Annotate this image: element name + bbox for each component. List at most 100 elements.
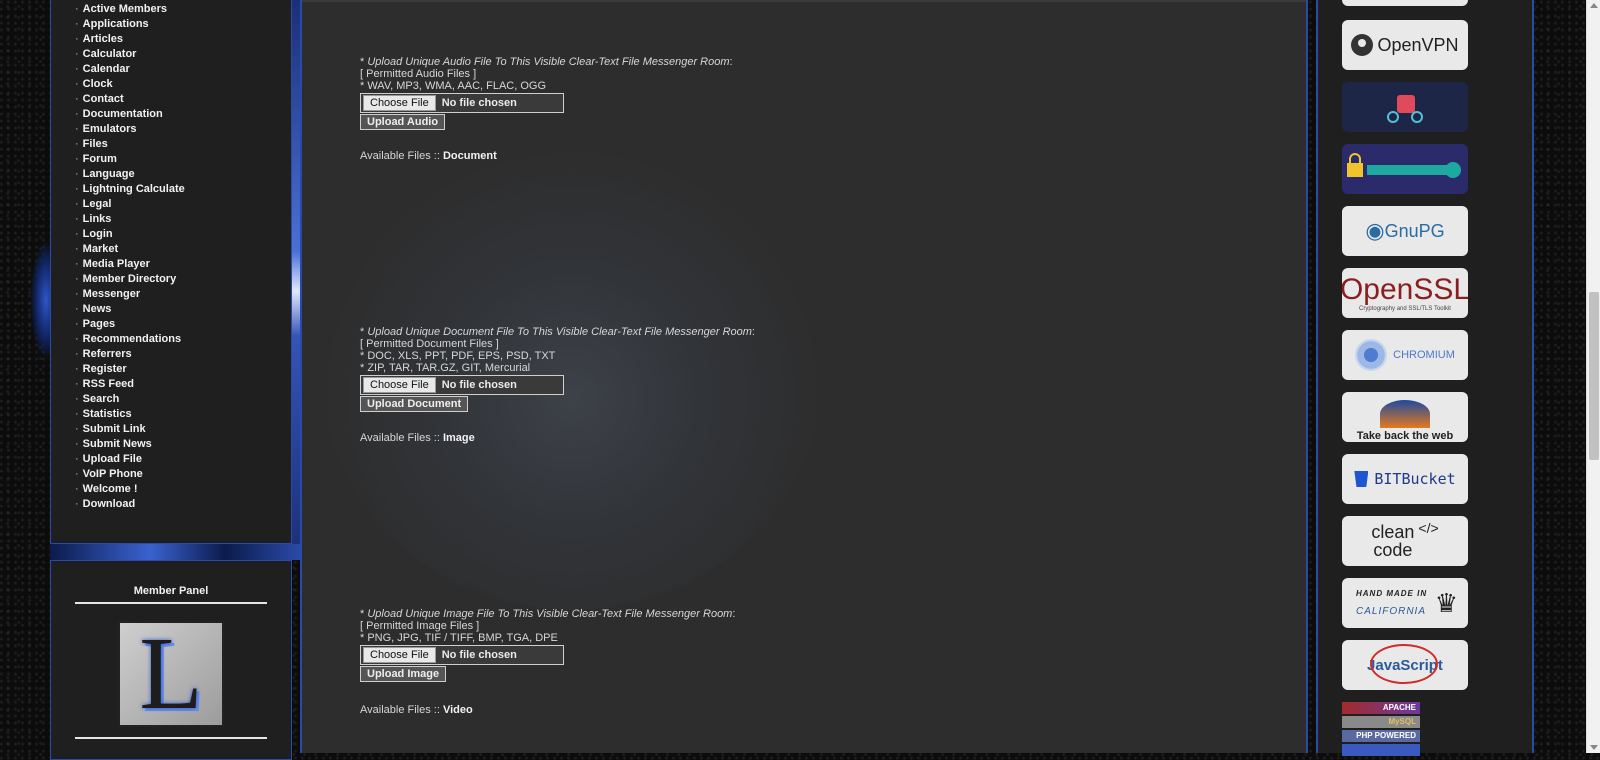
- sidebar-item-label[interactable]: Forum: [83, 153, 117, 165]
- sidebar-item[interactable]: · Download: [75, 497, 291, 512]
- sidebar-item-label[interactable]: Lightning Calculate: [83, 183, 185, 195]
- sidebar-item-label[interactable]: RSS Feed: [83, 378, 134, 390]
- sidebar-item-label[interactable]: Referrers: [83, 348, 132, 360]
- sidebar-item[interactable]: · Contact: [75, 92, 291, 107]
- avatar[interactable]: L: [118, 621, 224, 727]
- sidebar-item-label[interactable]: News: [83, 303, 112, 315]
- sidebar-item[interactable]: · Statistics: [75, 407, 291, 422]
- openvpn-badge[interactable]: OpenVPN: [1342, 20, 1468, 70]
- image-file-input[interactable]: Choose File No file chosen: [360, 645, 564, 665]
- upload-image-button[interactable]: Upload Image: [360, 666, 447, 682]
- scroll-up-icon[interactable]: [1590, 3, 1598, 8]
- sidebar-item[interactable]: · VoIP Phone: [75, 467, 291, 482]
- sidebar-item-label[interactable]: Register: [83, 363, 127, 375]
- sidebar-item[interactable]: · Referrers: [75, 347, 291, 362]
- sidebar-item[interactable]: · Active Members: [75, 2, 291, 17]
- security-keys-badge[interactable]: [1342, 82, 1468, 132]
- sidebar-item-label[interactable]: Calendar: [83, 63, 130, 75]
- sidebar-item-label[interactable]: Pages: [83, 318, 115, 330]
- upload-document-button[interactable]: Upload Document: [360, 396, 469, 412]
- misc-badge[interactable]: [1342, 744, 1420, 756]
- sidebar-item-label[interactable]: Links: [83, 213, 112, 225]
- chromium-badge[interactable]: CHROMIUM: [1342, 330, 1468, 380]
- sidebar-item-label[interactable]: Messenger: [83, 288, 140, 300]
- bitbucket-badge[interactable]: BITBucket: [1342, 454, 1468, 504]
- sidebar-item-label[interactable]: Market: [83, 243, 118, 255]
- available-category[interactable]: Document: [443, 150, 497, 162]
- sidebar-item-label[interactable]: Login: [83, 228, 113, 240]
- audio-file-input[interactable]: Choose File No file chosen: [360, 93, 564, 113]
- sidebar-item[interactable]: · Recommendations: [75, 332, 291, 347]
- sidebar-item[interactable]: · Welcome !: [75, 482, 291, 497]
- sidebar-item-label[interactable]: Articles: [83, 33, 123, 45]
- no-javascript-badge[interactable]: JavaScript: [1342, 640, 1468, 690]
- sidebar-item-label[interactable]: Statistics: [83, 408, 132, 420]
- sidebar-item[interactable]: · News: [75, 302, 291, 317]
- sidebar-item[interactable]: · Register: [75, 362, 291, 377]
- mysql-badge[interactable]: MySQL: [1342, 716, 1420, 728]
- scroll-thumb[interactable]: [1589, 292, 1599, 460]
- sidebar-item-label[interactable]: Applications: [83, 18, 149, 30]
- sidebar-item-label[interactable]: VoIP Phone: [83, 468, 143, 480]
- sidebar-item[interactable]: · Applications: [75, 17, 291, 32]
- sidebar-item-label[interactable]: Calculator: [83, 48, 137, 60]
- sidebar-item[interactable]: · Links: [75, 212, 291, 227]
- sidebar-item-label[interactable]: Media Player: [83, 258, 150, 270]
- sidebar-item-label[interactable]: Upload File: [83, 453, 142, 465]
- sidebar-item[interactable]: · Calculator: [75, 47, 291, 62]
- choose-file-button[interactable]: Choose File: [363, 95, 436, 111]
- sidebar-item[interactable]: · Legal: [75, 197, 291, 212]
- available-category[interactable]: Video: [443, 704, 473, 716]
- sidebar-item[interactable]: · RSS Feed: [75, 377, 291, 392]
- sidebar-item-label[interactable]: Language: [83, 168, 135, 180]
- sidebar-item-label[interactable]: Welcome !: [83, 483, 138, 495]
- firefox-badge[interactable]: Take back the web: [1342, 392, 1468, 442]
- vertical-scrollbar[interactable]: [1586, 0, 1600, 753]
- sidebar-item-label[interactable]: Search: [83, 393, 120, 405]
- sidebar-item[interactable]: · Files: [75, 137, 291, 152]
- sidebar-item-label[interactable]: Legal: [83, 198, 112, 210]
- sidebar-item[interactable]: · Messenger: [75, 287, 291, 302]
- scroll-down-icon[interactable]: [1590, 745, 1598, 750]
- sidebar-item-label[interactable]: Contact: [83, 93, 124, 105]
- sidebar-item-label[interactable]: Emulators: [83, 123, 137, 135]
- sidebar-item[interactable]: · Documentation: [75, 107, 291, 122]
- sidebar-item[interactable]: · Pages: [75, 317, 291, 332]
- sidebar-item[interactable]: · Media Player: [75, 257, 291, 272]
- openssl-badge[interactable]: OpenSSL Cryptography and SSL/TLS Toolkit: [1342, 268, 1468, 318]
- gnupg-badge[interactable]: ◉ GnuPG: [1342, 206, 1468, 256]
- sidebar-item[interactable]: · Upload File: [75, 452, 291, 467]
- php-badge[interactable]: PHP POWERED: [1342, 730, 1420, 742]
- sidebar-item[interactable]: · Search: [75, 392, 291, 407]
- badge-top-partial[interactable]: [1342, 0, 1468, 6]
- sidebar-item-label[interactable]: Clock: [83, 78, 113, 90]
- sidebar-item[interactable]: · Login: [75, 227, 291, 242]
- sidebar-item-label[interactable]: Download: [83, 498, 136, 510]
- sidebar-item[interactable]: · Clock: [75, 77, 291, 92]
- sidebar-item[interactable]: · Calendar: [75, 62, 291, 77]
- sidebar-item[interactable]: · Lightning Calculate: [75, 182, 291, 197]
- sidebar-item[interactable]: · Market: [75, 242, 291, 257]
- sidebar-item[interactable]: · Submit News: [75, 437, 291, 452]
- choose-file-button[interactable]: Choose File: [363, 647, 436, 663]
- encryption-key-badge[interactable]: [1342, 144, 1468, 194]
- handmade-badge[interactable]: HAND MADE IN CALIFORNIA ♛: [1342, 578, 1468, 628]
- sidebar-item-label[interactable]: Active Members: [83, 3, 167, 15]
- apache-badge[interactable]: APACHE: [1342, 702, 1420, 714]
- sidebar-item-label[interactable]: Documentation: [83, 108, 163, 120]
- choose-file-button[interactable]: Choose File: [363, 377, 436, 393]
- sidebar-item-label[interactable]: Submit News: [83, 438, 152, 450]
- clean-code-badge[interactable]: clean code </>: [1342, 516, 1468, 566]
- sidebar-item-label[interactable]: Member Directory: [83, 273, 177, 285]
- sidebar-item[interactable]: · Submit Link: [75, 422, 291, 437]
- document-file-input[interactable]: Choose File No file chosen: [360, 375, 564, 395]
- sidebar-item-label[interactable]: Files: [83, 138, 108, 150]
- sidebar-item[interactable]: · Forum: [75, 152, 291, 167]
- sidebar-item[interactable]: · Language: [75, 167, 291, 182]
- sidebar-item-label[interactable]: Recommendations: [83, 333, 181, 345]
- sidebar-item[interactable]: · Articles: [75, 32, 291, 47]
- available-category[interactable]: Image: [443, 432, 475, 444]
- sidebar-item[interactable]: · Member Directory: [75, 272, 291, 287]
- sidebar-item[interactable]: · Emulators: [75, 122, 291, 137]
- sidebar-item-label[interactable]: Submit Link: [83, 423, 146, 435]
